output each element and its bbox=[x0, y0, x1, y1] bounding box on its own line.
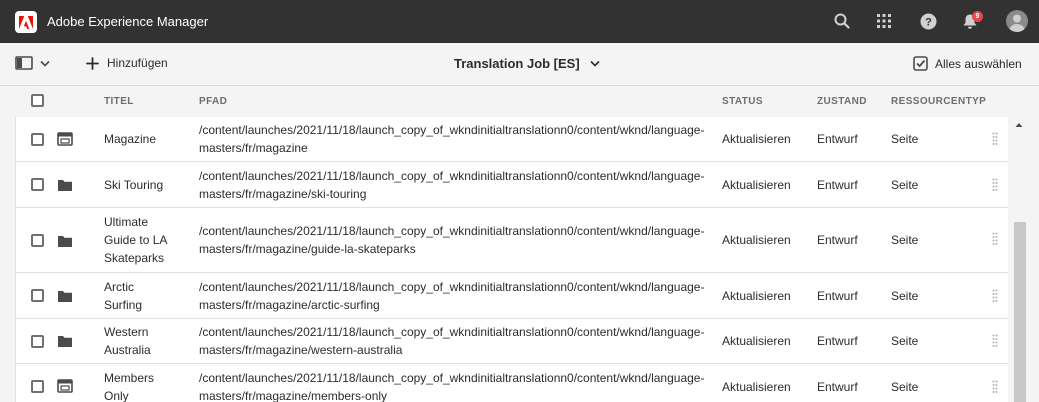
row-title: Skateparks bbox=[104, 251, 165, 265]
folder-icon bbox=[58, 336, 72, 347]
row-state: Entwurf bbox=[817, 178, 858, 192]
row-path: /content/launches/2021/11/18/launch_copy… bbox=[199, 280, 705, 294]
table-row[interactable]: Ultimate Guide to LA Skateparks /content… bbox=[16, 208, 1008, 273]
add-button[interactable]: Hinzufügen bbox=[86, 56, 168, 70]
scroll-up-arrow-icon[interactable] bbox=[1015, 121, 1023, 129]
row-state: Entwurf bbox=[817, 233, 858, 247]
row-path: masters/fr/magazine/ski-touring bbox=[199, 187, 367, 201]
avatar[interactable] bbox=[1006, 10, 1028, 32]
select-all-button[interactable]: Alles auswählen bbox=[913, 56, 1022, 71]
notification-badge: 9 bbox=[972, 11, 983, 22]
column-header-resource-type[interactable]: RESSOURCENTYP bbox=[891, 96, 986, 107]
row-checkbox[interactable] bbox=[31, 380, 44, 393]
row-path: masters/fr/magazine/guide-la-skateparks bbox=[199, 242, 416, 256]
svg-text:?: ? bbox=[925, 16, 932, 28]
header-checkbox[interactable] bbox=[31, 94, 44, 107]
search-icon[interactable] bbox=[832, 11, 852, 31]
drag-handle-icon[interactable] bbox=[992, 178, 998, 192]
drag-handle-icon[interactable] bbox=[992, 132, 998, 146]
page-title: Translation Job [ES] bbox=[454, 56, 580, 71]
row-title: Only bbox=[104, 389, 129, 402]
rail-toggle-button[interactable] bbox=[15, 56, 50, 70]
row-type: Seite bbox=[891, 132, 919, 146]
column-header-path[interactable]: PFAD bbox=[199, 96, 227, 107]
row-path: /content/launches/2021/11/18/launch_copy… bbox=[199, 371, 705, 385]
page-icon bbox=[57, 379, 73, 393]
column-header-state[interactable]: ZUSTAND bbox=[817, 96, 867, 107]
row-status: Aktualisieren bbox=[722, 132, 791, 146]
table-row[interactable]: Arctic Surfing /content/launches/2021/11… bbox=[16, 273, 1008, 319]
row-checkbox[interactable] bbox=[31, 178, 44, 191]
row-title: Members bbox=[104, 371, 155, 385]
folder-icon bbox=[58, 236, 72, 247]
add-button-label: Hinzufügen bbox=[107, 56, 168, 70]
row-status: Aktualisieren bbox=[722, 178, 791, 192]
column-header-status[interactable]: STATUS bbox=[722, 96, 763, 107]
select-all-label: Alles auswählen bbox=[935, 56, 1022, 71]
row-state: Entwurf bbox=[817, 132, 858, 146]
drag-handle-icon[interactable] bbox=[992, 232, 998, 246]
rail-icon bbox=[15, 56, 33, 70]
help-icon[interactable]: ? bbox=[918, 11, 938, 31]
row-title: Surfing bbox=[104, 298, 143, 312]
row-checkbox[interactable] bbox=[31, 234, 44, 247]
row-title: Australia bbox=[104, 343, 151, 357]
row-type: Seite bbox=[891, 289, 919, 303]
row-title: Arctic bbox=[104, 280, 134, 294]
drag-handle-icon[interactable] bbox=[992, 289, 998, 303]
plus-icon bbox=[86, 56, 99, 70]
table-row[interactable]: Western Australia /content/launches/2021… bbox=[16, 319, 1008, 364]
folder-icon bbox=[58, 291, 72, 302]
row-title: Ski Touring bbox=[104, 178, 164, 192]
chevron-down-icon bbox=[40, 60, 50, 67]
app-title[interactable]: Adobe Experience Manager bbox=[47, 14, 208, 29]
row-path: masters/fr/magazine/western-australia bbox=[199, 343, 403, 357]
scrollbar-thumb[interactable] bbox=[1014, 222, 1026, 402]
row-type: Seite bbox=[891, 233, 919, 247]
select-all-icon bbox=[913, 56, 928, 71]
row-checkbox[interactable] bbox=[31, 289, 44, 302]
row-title: Western bbox=[104, 325, 149, 339]
page-icon bbox=[57, 132, 73, 146]
shell-bar: Adobe Experience Manager ? 9 bbox=[0, 0, 1039, 43]
table-row[interactable]: Magazine /content/launches/2021/11/18/la… bbox=[16, 117, 1008, 162]
row-checkbox[interactable] bbox=[31, 133, 44, 146]
folder-icon bbox=[58, 180, 72, 191]
action-bar: Hinzufügen Translation Job [ES] Alles au… bbox=[0, 43, 1039, 86]
row-title: Guide to LA bbox=[104, 233, 168, 247]
row-path: /content/launches/2021/11/18/launch_copy… bbox=[199, 224, 705, 238]
row-title: Magazine bbox=[104, 132, 157, 146]
drag-handle-icon[interactable] bbox=[992, 380, 998, 394]
row-status: Aktualisieren bbox=[722, 289, 791, 303]
apps-grid-icon[interactable] bbox=[874, 11, 894, 31]
row-path: /content/launches/2021/11/18/launch_copy… bbox=[199, 123, 705, 137]
column-header-title[interactable]: TITEL bbox=[104, 96, 134, 107]
row-status: Aktualisieren bbox=[722, 233, 791, 247]
row-title: Ultimate bbox=[104, 215, 149, 229]
row-type: Seite bbox=[891, 178, 919, 192]
row-type: Seite bbox=[891, 334, 919, 348]
row-state: Entwurf bbox=[817, 334, 858, 348]
row-type: Seite bbox=[891, 380, 919, 394]
page-title-dropdown[interactable]: Translation Job [ES] bbox=[454, 56, 600, 71]
row-path: /content/launches/2021/11/18/launch_copy… bbox=[199, 325, 705, 339]
row-status: Aktualisieren bbox=[722, 334, 791, 348]
row-state: Entwurf bbox=[817, 380, 858, 394]
row-status: Aktualisieren bbox=[722, 380, 791, 394]
table-row[interactable]: Ski Touring /content/launches/2021/11/18… bbox=[16, 162, 1008, 208]
table-row[interactable]: Members Only /content/launches/2021/11/1… bbox=[16, 364, 1008, 402]
row-checkbox[interactable] bbox=[31, 335, 44, 348]
row-path: masters/fr/magazine/arctic-surfing bbox=[199, 298, 380, 312]
row-path: /content/launches/2021/11/18/launch_copy… bbox=[199, 169, 705, 183]
row-path: masters/fr/magazine/members-only bbox=[199, 389, 388, 402]
row-state: Entwurf bbox=[817, 289, 858, 303]
row-path: masters/fr/magazine bbox=[199, 141, 308, 155]
adobe-logo-icon[interactable] bbox=[15, 11, 37, 33]
table-body: Magazine /content/launches/2021/11/18/la… bbox=[15, 117, 1008, 402]
table-header: TITEL PFAD STATUS ZUSTAND RESSOURCENTYP bbox=[0, 86, 1039, 117]
chevron-down-icon bbox=[590, 60, 600, 67]
drag-handle-icon[interactable] bbox=[992, 334, 998, 348]
